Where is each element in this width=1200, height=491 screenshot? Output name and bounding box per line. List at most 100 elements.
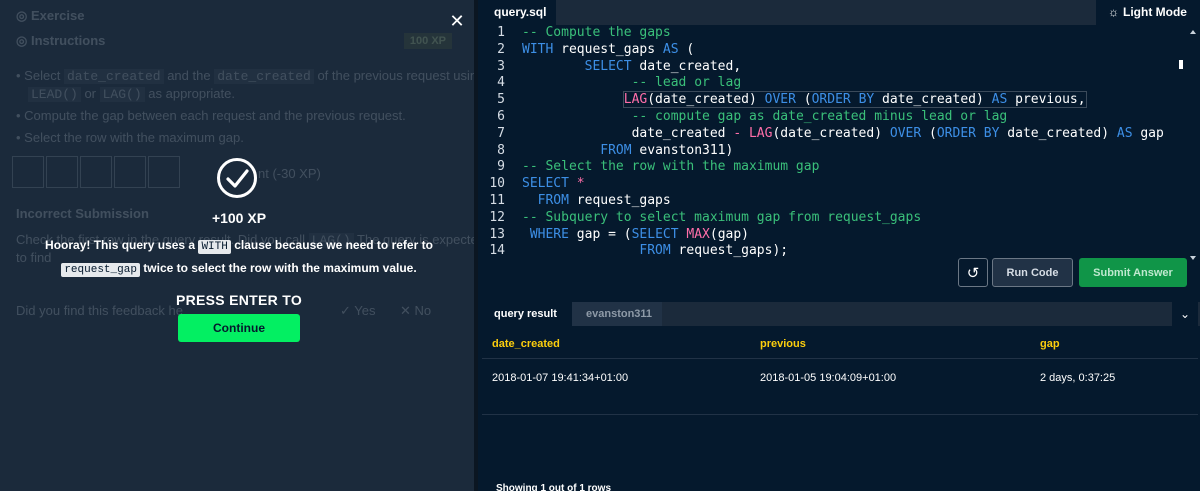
code-text: -- lead or lag: [632, 75, 742, 90]
code-token: request_gaps: [568, 192, 671, 208]
success-overlay: ✕ +100 XP Hooray! This query uses a WITH…: [0, 0, 474, 491]
code-line[interactable]: 8 FROM evanston311): [482, 143, 1182, 160]
code-token: date_created,: [631, 58, 742, 74]
code-token: date_created: [631, 125, 734, 141]
column-header-previous[interactable]: previous: [760, 338, 806, 350]
code-line[interactable]: 12 -- Subquery to select maximum gap from…: [482, 210, 1182, 227]
column-header-date-created[interactable]: date_created: [492, 338, 560, 350]
code-token: OVER: [764, 92, 796, 108]
code-token: LAG: [623, 92, 648, 108]
code-text: -- Select the row with the maximum gap: [522, 159, 819, 174]
header-divider: [482, 358, 1198, 359]
code-line[interactable]: 11 FROM request_gaps: [482, 193, 1182, 210]
press-enter-label: PRESS ENTER TO: [175, 292, 303, 308]
code-token: ORDER BY: [936, 125, 1000, 141]
exercise-panel: ◎ Exercise ◎ Instructions 100 XP Select …: [0, 0, 478, 491]
code-token: SELECT: [584, 58, 632, 74]
indent-guide: [522, 126, 632, 141]
code-line[interactable]: 2 WITH request_gaps AS (: [482, 42, 1182, 59]
row-divider: [482, 414, 1198, 415]
light-mode-button[interactable]: ☼ Light Mode: [1094, 0, 1200, 25]
code-token: gap = (: [568, 226, 632, 242]
code-token: (: [678, 41, 695, 57]
tab-query-result[interactable]: query result: [482, 302, 572, 326]
code-token: -- Subquery to select maximum gap from r…: [522, 209, 922, 225]
result-status: Showing 1 out of 1 rows: [496, 483, 611, 491]
code-text: -- compute gap as date_created minus lea…: [632, 109, 1008, 124]
code-line[interactable]: 4 -- lead or lag: [482, 75, 1182, 92]
code-token: WHERE: [529, 226, 569, 242]
code-token: -- compute gap as date_created minus lea…: [631, 108, 1008, 124]
chevron-down-icon[interactable]: ⌄: [1172, 302, 1198, 326]
code-token: MAX: [686, 226, 710, 242]
code-token: -- Compute the gaps: [522, 25, 671, 40]
code-token: WITH: [522, 41, 554, 57]
cell-previous: 2018-01-05 19:04:09+01:00: [760, 372, 897, 384]
close-button[interactable]: ✕: [448, 12, 466, 30]
line-number: 3: [497, 58, 505, 74]
code-token: -- lead or lag: [631, 75, 742, 91]
line-number: 1: [497, 25, 505, 40]
code-token: previous,: [1007, 92, 1086, 108]
code-line[interactable]: 13 WHERE gap = (SELECT MAX(gap): [482, 227, 1182, 244]
run-code-button[interactable]: Run Code: [992, 258, 1073, 287]
line-number: 5: [497, 92, 505, 108]
result-tabs: query result evanston311 ⌄: [482, 302, 1200, 326]
code-line[interactable]: 14 FROM request_gaps);: [482, 243, 1182, 260]
submit-answer-button[interactable]: Submit Answer: [1079, 258, 1187, 287]
reset-button[interactable]: ↺: [958, 258, 988, 287]
code-token: evanston311): [631, 142, 734, 158]
line-number: 2: [497, 41, 505, 57]
code-token: SELECT: [522, 176, 569, 192]
code-token: -- Select the row with the maximum gap: [522, 159, 820, 175]
code-token: date_created): [999, 125, 1117, 141]
code-line[interactable]: 6 -- compute gap as date_created minus l…: [482, 109, 1182, 126]
code-text: -- Subquery to select maximum gap from r…: [522, 210, 921, 225]
code-line[interactable]: 3 SELECT date_created,: [482, 59, 1182, 76]
line-number: 4: [497, 75, 505, 91]
code-token: AS: [1116, 125, 1133, 141]
indent-guide: [522, 92, 624, 107]
check-circle-icon: [217, 158, 257, 198]
indent-guide: [522, 193, 538, 208]
line-number: 13: [489, 226, 505, 242]
code-text: FROM evanston311): [600, 143, 733, 158]
line-number: 11: [489, 192, 505, 208]
code-token: (date_created): [772, 125, 890, 141]
code-line[interactable]: 1 -- Compute the gaps: [482, 25, 1182, 42]
code-token: ORDER BY: [811, 92, 875, 108]
column-header-gap[interactable]: gap: [1040, 338, 1060, 350]
code-token: request_gaps: [553, 41, 663, 57]
code-token: (: [795, 92, 812, 108]
code-token: FROM: [537, 192, 569, 208]
code-line[interactable]: 9 -- Select the row with the maximum gap: [482, 159, 1182, 176]
code-token: (date_created): [647, 92, 765, 108]
xp-earned: +100 XP: [211, 210, 267, 226]
tab-query-sql[interactable]: query.sql: [482, 0, 556, 25]
editor-scrollbar[interactable]: [1188, 30, 1198, 260]
code-token: FROM: [639, 243, 671, 259]
success-message: Hooray! This query uses a WITH clause be…: [45, 238, 433, 277]
tab-evanston311[interactable]: evanston311: [572, 302, 662, 326]
cell-date-created: 2018-01-07 19:41:34+01:00: [492, 372, 629, 384]
continue-button[interactable]: Continue: [178, 314, 300, 342]
line-number: 12: [489, 209, 505, 225]
line-number: 14: [489, 243, 505, 259]
code-text: WHERE gap = (SELECT MAX(gap): [530, 227, 749, 242]
code-area[interactable]: 1 -- Compute the gaps 2 WITH request_gaps A…: [482, 25, 1182, 260]
code-editor-panel: query.sql ☼ Light Mode 1 -- Compute the ga…: [482, 0, 1200, 298]
code-text: SELECT *: [522, 176, 585, 191]
code-line[interactable]: 10 SELECT *: [482, 176, 1182, 193]
indent-guide: [522, 143, 600, 158]
indent-guide: [522, 59, 585, 74]
code-token: request_gaps);: [670, 243, 789, 259]
code-text: FROM request_gaps);: [639, 243, 788, 258]
line-number: 6: [497, 108, 505, 124]
code-line[interactable]: 5 LAG(date_created) OVER (ORDER BY date_…: [482, 91, 1182, 109]
line-number: 7: [497, 125, 505, 141]
code-text: -- Compute the gaps: [522, 25, 671, 40]
code-line[interactable]: 7 date_created - LAG(date_created) OVER …: [482, 126, 1182, 143]
code-token: -: [733, 125, 742, 141]
code-token: (gap): [709, 226, 750, 242]
